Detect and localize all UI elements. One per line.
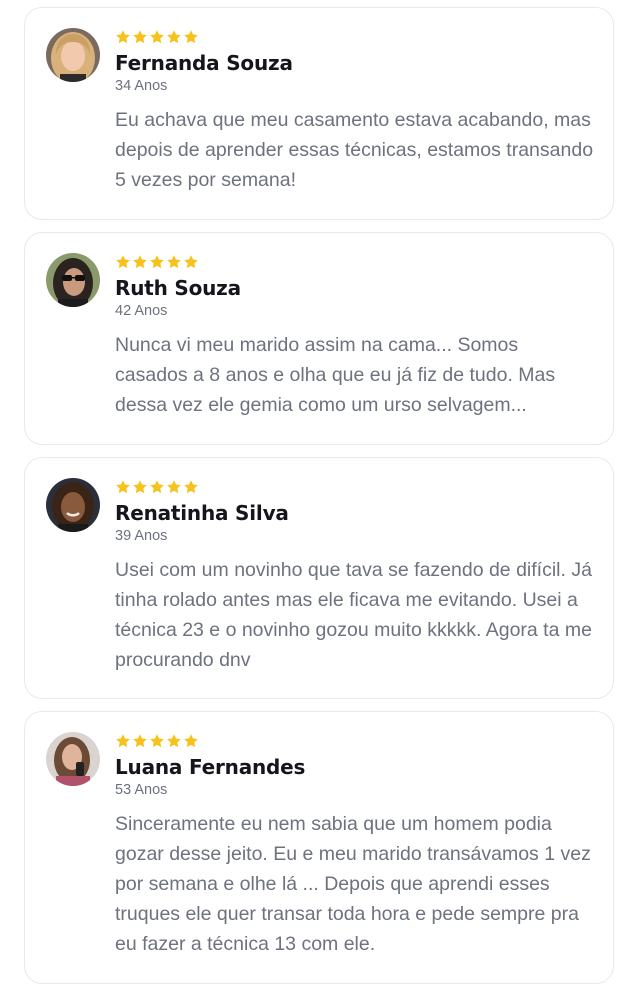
star-icon (115, 479, 131, 495)
star-icon (149, 479, 165, 495)
reviewer-name: Renatinha Silva (115, 501, 289, 525)
star-icon (115, 29, 131, 45)
star-icon (132, 733, 148, 749)
reviewer-age: 42 Anos (115, 303, 168, 319)
review-text: Sinceramente eu nem sabia que um homem p… (115, 813, 591, 955)
review-text: Eu achava que meu casamento estava acaba… (115, 109, 594, 191)
reviewer-age: 34 Anos (115, 78, 168, 94)
star-icon (183, 254, 199, 270)
review-card: Ruth Souza 42 Anos Nunca vi meu marido a… (24, 232, 614, 445)
avatar (46, 478, 100, 532)
star-icon (149, 254, 165, 270)
review-card: Renatinha Silva 39 Anos Usei com um novi… (24, 457, 614, 699)
star-icon (132, 29, 148, 45)
star-icon (166, 733, 182, 749)
reviewer-name: Ruth Souza (115, 276, 241, 300)
reviewer-name: Fernanda Souza (115, 51, 293, 75)
reviewer-age: 39 Anos (115, 528, 168, 544)
star-icon (183, 733, 199, 749)
star-icon (115, 733, 131, 749)
star-icon (115, 254, 131, 270)
star-icon (166, 479, 182, 495)
woman-portrait-avatar-icon (46, 28, 100, 82)
woman-sunglasses-avatar-icon (46, 253, 100, 307)
avatar (46, 732, 100, 786)
star-icon (183, 479, 199, 495)
rating-stars (115, 478, 595, 496)
reviewer-age: 53 Anos (115, 782, 168, 798)
rating-stars (115, 253, 595, 271)
reviewer-name: Luana Fernandes (115, 755, 306, 779)
star-icon (149, 29, 165, 45)
woman-selfie-avatar-icon (46, 732, 100, 786)
star-icon (132, 479, 148, 495)
star-icon (166, 254, 182, 270)
review-card: Fernanda Souza 34 Anos Eu achava que meu… (24, 7, 614, 220)
review-text: Usei com um novinho que tava se fazendo … (115, 559, 592, 671)
rating-stars (115, 732, 595, 750)
rating-stars (115, 28, 595, 46)
review-card: Luana Fernandes 53 Anos Sinceramente eu … (24, 711, 614, 984)
star-icon (149, 733, 165, 749)
avatar (46, 253, 100, 307)
star-icon (166, 29, 182, 45)
woman-smiling-avatar-icon (46, 478, 100, 532)
star-icon (132, 254, 148, 270)
review-text: Nunca vi meu marido assim na cama... Som… (115, 334, 556, 416)
star-icon (183, 29, 199, 45)
avatar (46, 28, 100, 82)
